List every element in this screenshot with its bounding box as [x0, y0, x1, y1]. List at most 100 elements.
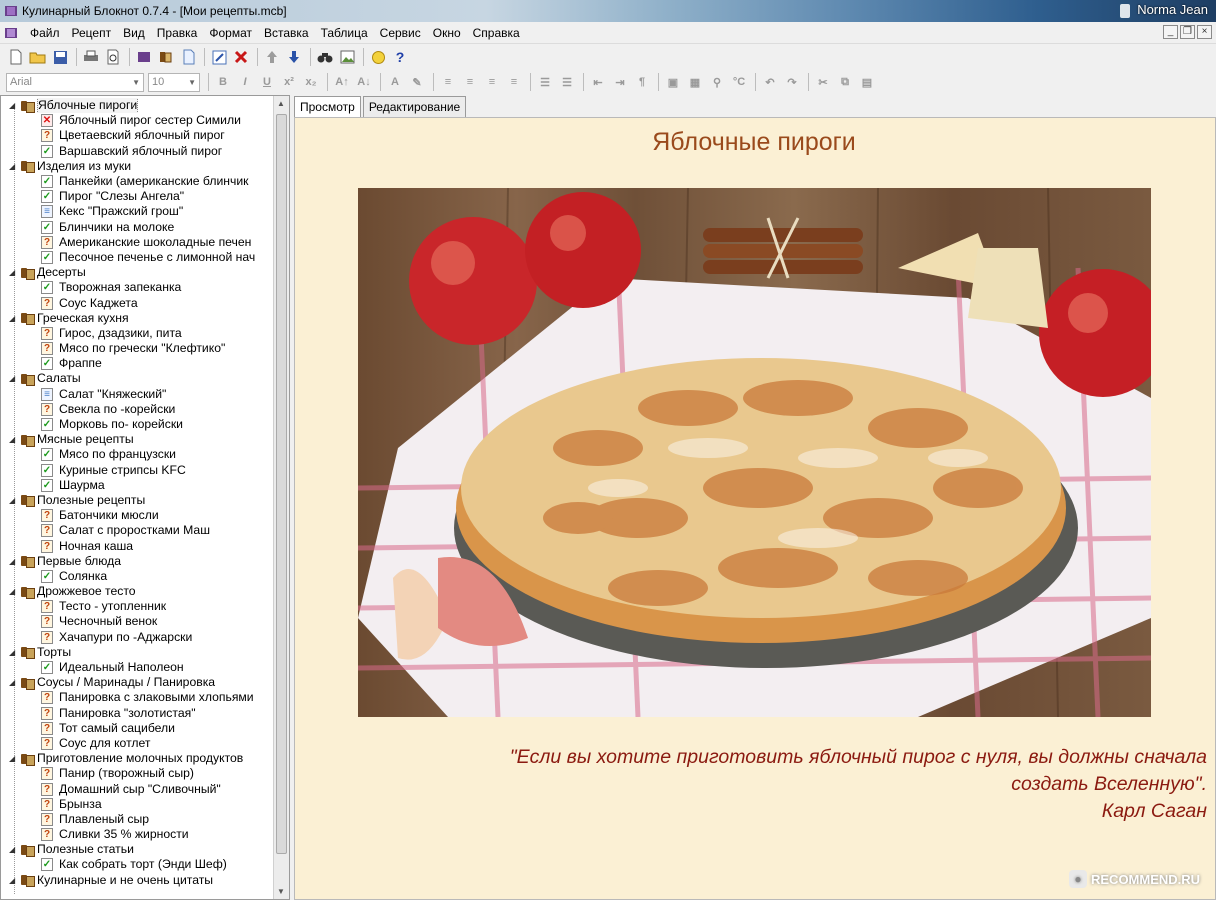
help-icon[interactable]: ?	[390, 47, 410, 67]
tree-recipe-item[interactable]: ✓ Как собрать торт (Энди Шеф)	[1, 857, 273, 872]
print-preview-icon[interactable]	[103, 47, 123, 67]
tree-recipe-item[interactable]: ? Домашний сыр "Сливочный"	[1, 781, 273, 796]
tree-recipe-item[interactable]: ? Панировка "золотистая"	[1, 706, 273, 721]
print-icon[interactable]	[81, 47, 101, 67]
delete-icon[interactable]	[231, 47, 251, 67]
tree-category[interactable]: ◢ Полезные рецепты	[1, 493, 273, 508]
tree-recipe-item[interactable]: ? Цветаевский яблочный пирог	[1, 128, 273, 143]
align-right-icon[interactable]: ≡	[482, 72, 502, 92]
tree-category[interactable]: ◢ Полезные статьи	[1, 842, 273, 857]
tree-recipe-item[interactable]: ? Соус Каджета	[1, 295, 273, 310]
font-color-icon[interactable]: A	[385, 72, 405, 92]
menu-help[interactable]: Справка	[467, 23, 526, 43]
new-icon[interactable]	[6, 47, 26, 67]
save-icon[interactable]	[50, 47, 70, 67]
edit-icon[interactable]	[209, 47, 229, 67]
font-grow-icon[interactable]: A↑	[332, 72, 352, 92]
tab-edit[interactable]: Редактирование	[362, 96, 467, 117]
tree-recipe-item[interactable]: ? Мясо по гречески "Клефтико"	[1, 341, 273, 356]
tree-recipe-item[interactable]: ✓ Пирог "Слезы Ангела"	[1, 189, 273, 204]
tree-category[interactable]: ◢ Мясные рецепты	[1, 432, 273, 447]
tree-recipe-item[interactable]: ? Чесночный венок	[1, 614, 273, 629]
align-center-icon[interactable]: ≡	[460, 72, 480, 92]
insert-image-icon[interactable]: ▣	[663, 72, 683, 92]
expand-toggle-icon[interactable]: ◢	[9, 645, 17, 660]
tree-recipe-item[interactable]: ✓ Панкейки (американские блинчик	[1, 174, 273, 189]
document-book-icon[interactable]	[4, 26, 18, 40]
menu-table[interactable]: Таблица	[315, 23, 374, 43]
scroll-down-icon[interactable]: ▼	[277, 887, 285, 896]
font-size-select[interactable]: 10 ▼	[148, 72, 200, 92]
tree-recipe-item[interactable]: ✕ Яблочный пирог сестер Симили	[1, 113, 273, 128]
underline-icon[interactable]: U	[257, 72, 277, 92]
menu-window[interactable]: Окно	[427, 23, 467, 43]
page-icon[interactable]	[178, 47, 198, 67]
paste-icon[interactable]: ▤	[857, 72, 877, 92]
font-family-select[interactable]: Arial ▼	[6, 72, 144, 92]
superscript-icon[interactable]: x²	[279, 72, 299, 92]
menu-insert[interactable]: Вставка	[258, 23, 315, 43]
tree-category[interactable]: ◢ Первые блюда	[1, 554, 273, 569]
bullet-list-icon[interactable]: ☰	[535, 72, 555, 92]
tree-recipe-item[interactable]: ? Сливки 35 % жирности	[1, 827, 273, 842]
menu-edit[interactable]: Правка	[151, 23, 204, 43]
expand-toggle-icon[interactable]: ◢	[9, 159, 17, 174]
tree-recipe-item[interactable]: ✓ Песочное печенье с лимонной нач	[1, 250, 273, 265]
books-icon[interactable]	[134, 47, 154, 67]
tree-recipe-item[interactable]: ✓ Блинчики на молоке	[1, 220, 273, 235]
tree-recipe-item[interactable]: ? Хачапури по -Аджарски	[1, 630, 273, 645]
move-down-icon[interactable]	[284, 47, 304, 67]
align-justify-icon[interactable]: ≡	[504, 72, 524, 92]
tree-category[interactable]: ◢ Кулинарные и не очень цитаты	[1, 873, 273, 888]
expand-toggle-icon[interactable]: ◢	[9, 98, 17, 113]
menu-format[interactable]: Формат	[203, 23, 258, 43]
tree-recipe-item[interactable]: ✓ Куриные стрипсы KFC	[1, 463, 273, 478]
tree-recipe-item[interactable]: ? Плавленый сыр	[1, 812, 273, 827]
italic-icon[interactable]: I	[235, 72, 255, 92]
tree-recipe-item[interactable]: ≡ Кекс "Пражский грош"	[1, 204, 273, 219]
image-icon[interactable]	[337, 47, 357, 67]
expand-toggle-icon[interactable]: ◢	[9, 751, 17, 766]
expand-toggle-icon[interactable]: ◢	[9, 311, 17, 326]
align-left-icon[interactable]: ≡	[438, 72, 458, 92]
tree-recipe-item[interactable]: ? Салат с проростками Маш	[1, 523, 273, 538]
tree-category[interactable]: ◢ Десерты	[1, 265, 273, 280]
tree-recipe-item[interactable]: ? Батончики мюсли	[1, 508, 273, 523]
paragraph-icon[interactable]: ¶	[632, 72, 652, 92]
find-icon[interactable]	[315, 47, 335, 67]
smiley-icon[interactable]	[368, 47, 388, 67]
menu-file[interactable]: Файл	[24, 23, 66, 43]
tree-recipe-item[interactable]: ? Ночная каша	[1, 538, 273, 553]
tree-category[interactable]: ◢ Яблочные пироги	[1, 98, 273, 114]
tree-recipe-item[interactable]: ? Американские шоколадные печен	[1, 235, 273, 250]
tree-category[interactable]: ◢ Салаты	[1, 371, 273, 386]
tree-recipe-item[interactable]: ✓ Мясо по французски	[1, 447, 273, 462]
insert-link-icon[interactable]: ⚲	[707, 72, 727, 92]
tree-category[interactable]: ◢ Дрожжевое тесто	[1, 584, 273, 599]
tree-recipe-item[interactable]: ✓ Фраппе	[1, 356, 273, 371]
scrollbar-thumb[interactable]	[276, 114, 287, 854]
scroll-up-icon[interactable]: ▲	[277, 99, 285, 108]
bold-icon[interactable]: B	[213, 72, 233, 92]
tree-recipe-item[interactable]: ✓ Солянка	[1, 569, 273, 584]
restore-button[interactable]: ❐	[1180, 25, 1195, 39]
minimize-button[interactable]: _	[1163, 25, 1178, 39]
menu-service[interactable]: Сервис	[374, 23, 427, 43]
close-button[interactable]: ×	[1197, 25, 1212, 39]
highlight-icon[interactable]: ✎	[407, 72, 427, 92]
tree-category[interactable]: ◢ Соусы / Маринады / Панировка	[1, 675, 273, 690]
tree-recipe-item[interactable]: ✓ Шаурма	[1, 478, 273, 493]
indent-icon[interactable]: ⇥	[610, 72, 630, 92]
tree-recipe-item[interactable]: ? Панир (творожный сыр)	[1, 766, 273, 781]
tree-recipe-item[interactable]: ? Тот самый сацибели	[1, 721, 273, 736]
cut-icon[interactable]: ✂	[813, 72, 833, 92]
tree-category[interactable]: ◢ Греческая кухня	[1, 311, 273, 326]
tree-recipe-item[interactable]: ? Брынза	[1, 797, 273, 812]
tree-scrollbar[interactable]: ▲ ▼	[273, 96, 289, 899]
tab-view[interactable]: Просмотр	[294, 96, 361, 118]
tree-category[interactable]: ◢ Приготовление молочных продуктов	[1, 751, 273, 766]
tree-recipe-item[interactable]: ✓ Идеальный Наполеон	[1, 660, 273, 675]
expand-toggle-icon[interactable]: ◢	[9, 554, 17, 569]
redo-icon[interactable]: ↷	[782, 72, 802, 92]
temperature-icon[interactable]: °C	[729, 72, 749, 92]
